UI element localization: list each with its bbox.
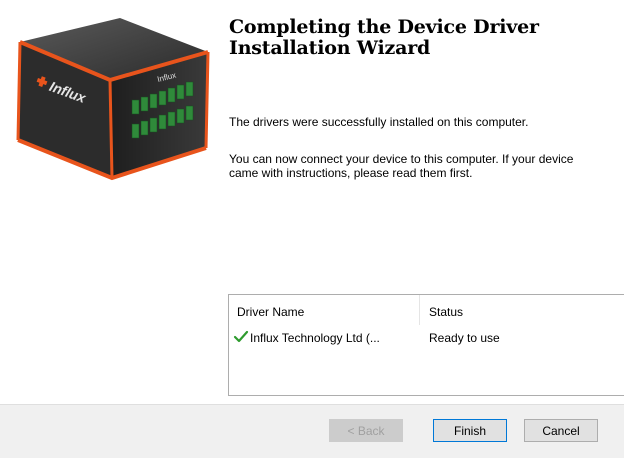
wizard-title-line2: Installation Wizard bbox=[229, 37, 431, 59]
cancel-button[interactable]: Cancel bbox=[524, 419, 598, 442]
column-divider bbox=[419, 295, 420, 325]
finish-button[interactable]: Finish bbox=[433, 419, 507, 442]
column-header-driver-name[interactable]: Driver Name bbox=[237, 305, 304, 319]
wizard-title: Completing the Device Driver Installatio… bbox=[229, 17, 619, 59]
green-checkmark-icon bbox=[233, 329, 249, 345]
column-header-status[interactable]: Status bbox=[429, 305, 463, 319]
back-button[interactable]: < Back bbox=[329, 419, 403, 442]
driver-name-cell: Influx Technology Ltd (... bbox=[250, 331, 380, 345]
wizard-title-line1: Completing the Device Driver bbox=[229, 16, 539, 38]
instructions-line2: came with instructions, please read them… bbox=[229, 166, 473, 180]
table-row[interactable]: Influx Technology Ltd (... Ready to use bbox=[229, 329, 624, 347]
button-bar: < Back Finish Cancel bbox=[0, 404, 624, 458]
instructions-message: You can now connect your device to this … bbox=[229, 152, 624, 180]
driver-status-cell: Ready to use bbox=[429, 331, 500, 345]
driver-list[interactable]: Driver Name Status Influx Technology Ltd… bbox=[228, 294, 624, 396]
device-image: Influx Influx bbox=[0, 0, 215, 190]
instructions-line1: You can now connect your device to this … bbox=[229, 152, 574, 166]
success-message: The drivers were successfully installed … bbox=[229, 115, 529, 129]
